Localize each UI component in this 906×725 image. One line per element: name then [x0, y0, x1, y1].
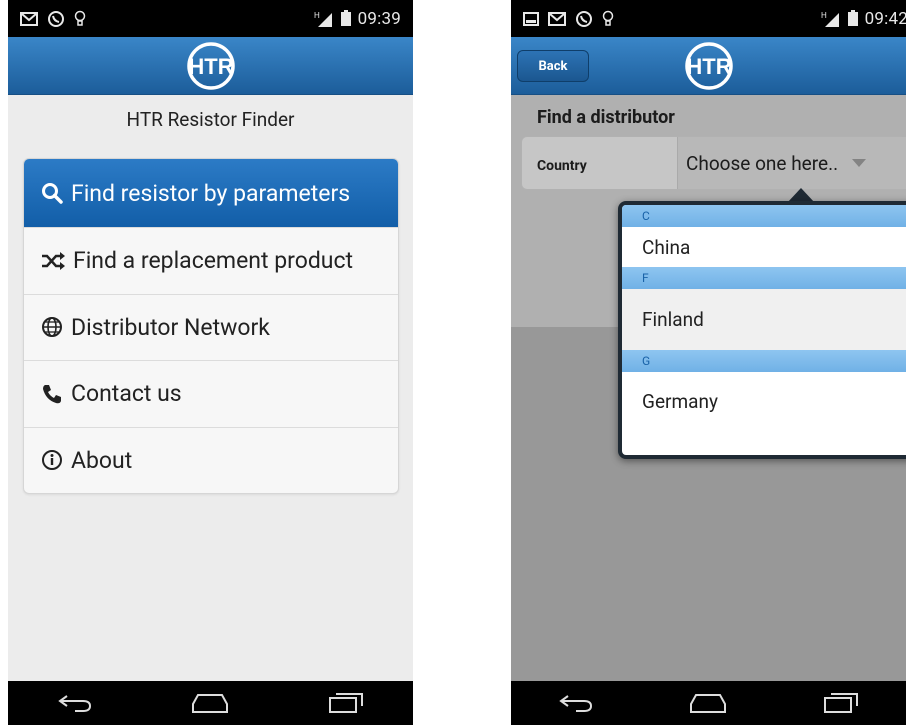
menu-item-label: Find resistor by parameters — [71, 179, 351, 207]
menu-item-find-replacement[interactable]: Find a replacement product — [24, 227, 398, 294]
battery-icon — [847, 10, 859, 27]
whatsapp-icon — [575, 10, 593, 28]
clock: 09:39 — [357, 8, 401, 29]
bulb-icon — [602, 10, 614, 28]
menu-item-label: Distributor Network — [71, 313, 270, 341]
menu-item-label: Find a replacement product — [73, 247, 354, 275]
shuffle-icon — [42, 251, 65, 270]
signal-icon: H — [821, 11, 841, 27]
phone-screen-main-menu: H 09:39 HTR HTR Resistor Finder Find res… — [8, 0, 413, 725]
country-dropdown-list: C China F Finland G Germany — [618, 201, 906, 459]
gmail-icon — [548, 11, 566, 26]
list-divider: C — [622, 205, 906, 227]
htr-logo-icon: HTR — [186, 42, 235, 90]
svg-text:HTR: HTR — [188, 54, 233, 79]
list-divider: G — [622, 350, 906, 372]
phone-screen-find-distributor: H 09:42 HTR Back Find a distributor Coun… — [511, 0, 906, 725]
home-nav-icon[interactable] — [688, 692, 728, 714]
list-divider: F — [622, 267, 906, 289]
app-header: HTR — [8, 37, 413, 95]
home-nav-icon[interactable] — [190, 692, 230, 714]
menu-item-label: Contact us — [71, 380, 182, 408]
globe-icon — [42, 317, 62, 338]
menu-item-about[interactable]: About — [24, 426, 398, 494]
back-button[interactable]: Back — [517, 50, 589, 82]
svg-text:HTR: HTR — [686, 54, 731, 79]
battery-icon — [340, 10, 352, 27]
back-nav-icon[interactable] — [57, 692, 93, 714]
phone-icon — [43, 384, 61, 403]
clock: 09:42 — [864, 8, 906, 29]
search-icon — [42, 183, 63, 204]
htr-logo-icon: HTR — [684, 42, 733, 90]
status-bar: H 09:39 — [8, 0, 413, 37]
menu-item-contact-us[interactable]: Contact us — [24, 360, 398, 427]
signal-icon: H — [314, 11, 334, 27]
info-icon — [42, 450, 62, 471]
bulb-icon — [74, 10, 86, 28]
status-bar: H 09:42 — [511, 0, 906, 37]
menu-item-distributor-network[interactable]: Distributor Network — [24, 293, 398, 361]
svg-text:H: H — [821, 11, 827, 20]
whatsapp-icon — [47, 10, 65, 28]
android-nav-bar — [511, 681, 906, 725]
image-icon — [523, 11, 539, 26]
menu-item-label: About — [71, 446, 133, 474]
main-menu: Find resistor by parameters Find a repla… — [23, 158, 399, 494]
gmail-icon — [20, 11, 38, 26]
recents-nav-icon[interactable] — [328, 692, 364, 714]
svg-text:H: H — [314, 11, 320, 20]
page-title: HTR Resistor Finder — [126, 108, 295, 131]
android-nav-bar — [8, 681, 413, 725]
recents-nav-icon[interactable] — [823, 692, 859, 714]
option-china[interactable]: China — [622, 227, 906, 267]
back-nav-icon[interactable] — [558, 692, 594, 714]
option-finland[interactable]: Finland — [622, 289, 906, 350]
menu-item-find-by-parameters[interactable]: Find resistor by parameters — [24, 159, 398, 227]
option-germany[interactable]: Germany — [622, 372, 906, 430]
